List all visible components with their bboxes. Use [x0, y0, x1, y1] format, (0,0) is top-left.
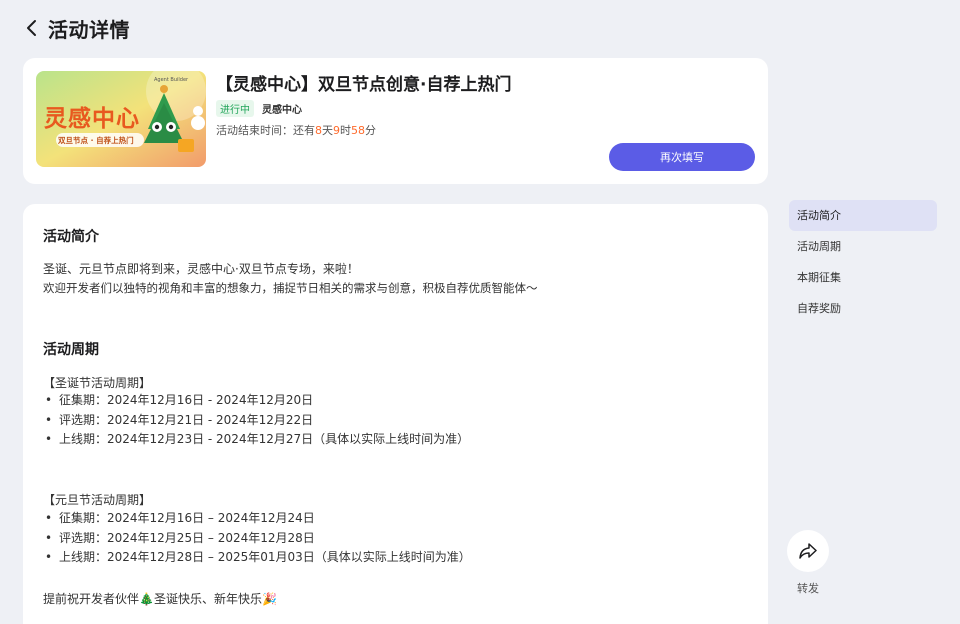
page-header: 活动详情	[22, 14, 130, 42]
list-item: 评选期：2024年12月25日 – 2024年12月28日	[45, 529, 471, 549]
countdown-days-unit: 天	[322, 124, 333, 137]
nav-item-intro[interactable]: 活动简介	[789, 200, 937, 231]
countdown-minutes: 58	[351, 124, 365, 137]
list-item: 征集期：2024年12月16日 - 2024年12月20日	[45, 391, 469, 411]
countdown-label: 活动结束时间：还有	[216, 124, 315, 137]
activity-detail-card: 活动简介 圣诞、元旦节点即将到来，灵感中心·双旦节点专场，来啦！ 欢迎开发者们以…	[23, 204, 768, 624]
list-item: 征集期：2024年12月16日 – 2024年12月24日	[45, 509, 471, 529]
newyear-period-list: 征集期：2024年12月16日 – 2024年12月24日 评选期：2024年1…	[45, 509, 471, 568]
countdown-days: 8	[315, 124, 322, 137]
countdown-hours-unit: 时	[340, 124, 351, 137]
countdown: 活动结束时间：还有8天9时58分	[216, 122, 376, 138]
share-label: 转发	[797, 582, 819, 595]
activity-tags: 进行中 灵感中心	[216, 100, 302, 117]
countdown-hours: 9	[333, 124, 340, 137]
page-title: 活动详情	[48, 17, 130, 42]
activity-banner: 灵感中心 双旦节点 · 自荐上热门 Agent Builder	[36, 71, 206, 167]
organizer-label: 灵感中心	[262, 105, 302, 116]
section-nav: 活动简介 活动周期 本期征集 自荐奖励	[789, 200, 937, 324]
banner-brand: Agent Builder	[154, 77, 189, 83]
greeting-text: 提前祝开发者伙伴🎄圣诞快乐、新年快乐🎉	[43, 592, 277, 606]
banner-title: 灵感中心	[44, 106, 140, 132]
list-item: 上线期：2024年12月28日 – 2025年01月03日（具体以实际上线时间为…	[45, 548, 471, 568]
banner-subtitle: 双旦节点 · 自荐上热门	[58, 136, 134, 145]
intro-text-line1: 圣诞、元旦节点即将到来，灵感中心·双旦节点专场，来啦！	[43, 262, 359, 276]
christmas-period-heading: 【圣诞节活动周期】	[43, 376, 152, 390]
intro-text-line2: 欢迎开发者们以独特的视角和丰富的想象力，捕捉节日相关的需求与创意，积极自荐优质智…	[43, 281, 538, 295]
back-button[interactable]	[22, 14, 42, 42]
newyear-period-heading: 【元旦节活动周期】	[43, 493, 152, 507]
activity-title: 【灵感中心】双旦节点创意·自荐上热门	[216, 75, 512, 95]
nav-item-collection[interactable]: 本期征集	[789, 262, 937, 293]
nav-item-rewards[interactable]: 自荐奖励	[789, 293, 937, 324]
chevron-left-icon	[27, 20, 36, 36]
nav-item-period[interactable]: 活动周期	[789, 231, 937, 262]
status-badge: 进行中	[216, 100, 254, 117]
share-icon	[799, 543, 817, 559]
activity-summary-card: 灵感中心 双旦节点 · 自荐上热门 Agent Builder 【灵感中心】双旦…	[23, 58, 768, 184]
period-section-title: 活动周期	[43, 342, 99, 358]
list-item: 评选期：2024年12月21日 - 2024年12月22日	[45, 411, 469, 431]
countdown-minutes-unit: 分	[365, 124, 376, 137]
list-item: 上线期：2024年12月23日 - 2024年12月27日（具体以实际上线时间为…	[45, 430, 469, 450]
share-button[interactable]	[787, 530, 829, 572]
intro-section-title: 活动简介	[43, 229, 99, 245]
refill-button[interactable]: 再次填写	[609, 143, 755, 171]
christmas-period-list: 征集期：2024年12月16日 - 2024年12月20日 评选期：2024年1…	[45, 391, 469, 450]
